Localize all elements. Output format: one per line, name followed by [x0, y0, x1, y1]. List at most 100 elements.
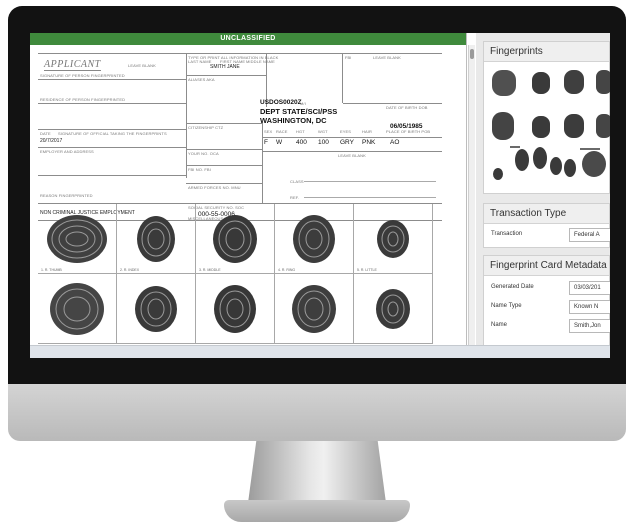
height-value: 400	[296, 139, 307, 146]
your-no-caption: YOUR NO. OCA	[188, 151, 219, 156]
document-scrollbar[interactable]	[468, 45, 475, 345]
name-row: Name Smith,Jon	[484, 317, 610, 336]
fingerprint-image	[137, 215, 175, 262]
metadata-panel: Fingerprint Card Metadata Generated Date…	[483, 255, 610, 345]
transaction-type-panel: Transaction Type Transaction Federal A	[483, 203, 610, 248]
card-divider	[38, 79, 186, 80]
name-field[interactable]: Smith,Jon	[569, 319, 610, 333]
hair-value: PNK	[362, 139, 376, 146]
print-cell-r-thumb[interactable]: 1. R. THUMB	[38, 204, 117, 274]
print-cell-l-middle[interactable]	[196, 274, 275, 344]
signature-caption: SIGNATURE OF PERSON FINGERPRINTED	[40, 73, 125, 78]
card-divider	[343, 103, 442, 104]
card-divider	[38, 175, 186, 176]
fingerprint-image	[135, 285, 177, 332]
fingerprints-panel: Fingerprints	[483, 41, 610, 194]
card-divider	[262, 123, 263, 203]
print-cell-r-middle[interactable]: 3. R. MIDDLE	[196, 204, 275, 274]
monitor-stand-base	[224, 500, 410, 522]
sex-value: F	[264, 139, 268, 146]
card-divider	[262, 151, 442, 152]
fingerprint-image	[377, 219, 409, 258]
print-cell-r-ring[interactable]: 4. R. RING	[275, 204, 354, 274]
name-type-row: Name Type Known N	[484, 298, 610, 317]
transaction-type-title: Transaction Type	[484, 204, 609, 224]
citizenship-caption: CITIZENSHIP CTZ	[188, 125, 224, 130]
transaction-select[interactable]: Federal A	[569, 228, 610, 242]
weight-value: 100	[318, 139, 329, 146]
finger-label: 5. R. LITTLE	[357, 268, 377, 272]
fingerprint-image	[293, 214, 335, 263]
card-divider	[38, 103, 186, 104]
card-divider	[38, 147, 186, 148]
print-cell-l-thumb[interactable]	[38, 274, 117, 344]
finger-label: 4. R. RING	[278, 268, 296, 272]
fingerprint-grid: 1. R. THUMB 2. R. INDEX 3. R. MIDDLE 4. …	[38, 204, 438, 345]
fingerprints-panel-title: Fingerprints	[484, 42, 609, 62]
race-value: W	[276, 139, 283, 146]
card-divider	[186, 183, 262, 184]
ref-caption: REF.	[290, 195, 300, 200]
eyes-value: GRY	[340, 139, 354, 146]
leave-blank-label: LEAVE BLANK	[338, 153, 366, 158]
class-line	[304, 181, 436, 182]
generated-date-label: Generated Date	[491, 284, 534, 290]
monitor-chin	[8, 384, 626, 441]
leave-blank-label: LEAVE BLANK	[373, 55, 401, 60]
card-divider	[342, 53, 343, 103]
employer-caption: EMPLOYER AND ADDRESS	[40, 149, 94, 154]
print-cell-r-little[interactable]: 5. R. LITTLE	[354, 204, 433, 274]
height-caption: HGT	[296, 129, 305, 134]
date-value: 20/7/2017	[40, 138, 63, 144]
ori-suffix: M/I	[300, 101, 306, 106]
metadata-panel-title: Fingerprint Card Metadata	[484, 256, 609, 276]
card-divider	[186, 123, 262, 124]
sex-caption: SEX	[264, 129, 273, 134]
leave-blank-label: LEAVE BLANK	[128, 63, 156, 68]
date-caption: DATE	[40, 131, 51, 136]
scrollbar-thumb[interactable]	[470, 49, 474, 59]
transaction-label: Transaction	[491, 231, 523, 237]
status-strip	[30, 345, 610, 358]
details-sidebar: Fingerprints Transaction Type Transactio…	[476, 33, 610, 345]
hair-caption: HAIR	[362, 129, 372, 134]
card-divider	[186, 149, 262, 150]
fingerprint-card: APPLICANT LEAVE BLANK TYPE OR PRINT ALL …	[38, 53, 442, 221]
name-label: Name	[491, 322, 508, 328]
weight-caption: WGT	[318, 129, 328, 134]
fingerprint-thumbnails-image[interactable]	[484, 62, 610, 194]
card-header-title: APPLICANT	[44, 59, 101, 71]
monitor-stand-neck	[248, 441, 386, 503]
card-divider	[186, 165, 262, 166]
signature-official-caption: SIGNATURE OF OFFICIAL TAKING THE FINGERP…	[58, 131, 167, 136]
card-divider	[186, 75, 266, 76]
card-divider	[38, 129, 186, 130]
classification-banner: UNCLASSIFIED	[30, 33, 466, 45]
card-border-top	[38, 53, 442, 54]
ref-line	[304, 197, 436, 198]
transaction-row: Transaction Federal A	[484, 226, 610, 245]
print-cell-r-index[interactable]: 2. R. INDEX	[117, 204, 196, 274]
fbi-caption: FBI	[345, 55, 352, 60]
pob-caption: PLACE OF BIRTH POB	[386, 129, 431, 134]
fingerprint-image	[50, 282, 104, 335]
residence-caption: RESIDENCE OF PERSON FINGERPRINTED	[40, 97, 126, 102]
finger-label: 3. R. MIDDLE	[199, 268, 221, 272]
print-cell-l-index[interactable]	[117, 274, 196, 344]
fingerprint-card-viewer[interactable]: UNCLASSIFIED APPLICANT LEAVE BLANK TYPE …	[30, 33, 467, 345]
aliases-caption: ALIASES AKA	[188, 77, 215, 82]
fingerprint-image	[214, 284, 256, 333]
fingerprint-image	[292, 284, 336, 333]
finger-label: 2. R. INDEX	[120, 268, 140, 272]
fingerprint-image	[376, 288, 410, 329]
generated-date-field[interactable]: 03/03/201	[569, 281, 610, 295]
name-type-select[interactable]: Known N	[569, 300, 610, 314]
print-cell-l-ring[interactable]	[275, 274, 354, 344]
class-caption: CLASS	[290, 179, 304, 184]
fingerprint-thumbnails	[484, 62, 610, 194]
name-value: SMITH JANE	[210, 64, 240, 70]
armed-forces-caption: ARMED FORCES NO. MNU	[188, 185, 241, 190]
monitor-screen: UNCLASSIFIED APPLICANT LEAVE BLANK TYPE …	[30, 33, 610, 358]
print-cell-l-little[interactable]	[354, 274, 433, 344]
card-divider	[262, 137, 442, 138]
